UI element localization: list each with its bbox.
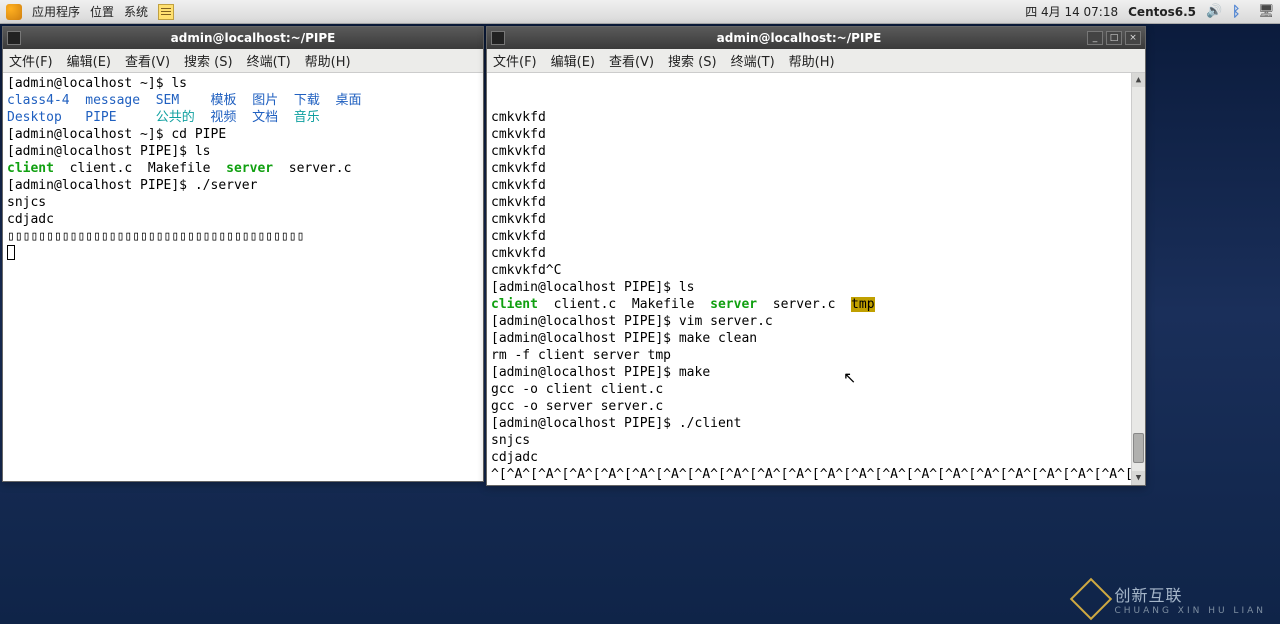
menubar: 文件(F) 编辑(E) 查看(V) 搜索 (S) 终端(T) 帮助(H) xyxy=(3,49,483,73)
terminal-line: cmkvkfd xyxy=(491,245,1141,262)
titlebar[interactable]: admin@localhost:~/PIPE _ □ × xyxy=(487,27,1145,49)
terminal-line: [admin@localhost PIPE]$ vim server.c xyxy=(491,313,1141,330)
hostname-label: Centos6.5 xyxy=(1128,5,1196,19)
watermark-logo-icon xyxy=(1070,578,1112,620)
volume-icon[interactable] xyxy=(1206,4,1222,20)
bluetooth-icon[interactable] xyxy=(1232,4,1248,20)
terminal-line: cmkvkfd^C xyxy=(491,262,1141,279)
menu-places[interactable]: 位置 xyxy=(90,3,114,20)
menu-item[interactable]: 编辑(E) xyxy=(67,51,111,70)
menu-system[interactable]: 系统 xyxy=(124,3,148,20)
scrollbar[interactable]: ▲ ▼ xyxy=(1131,73,1145,485)
terminal-line: [admin@localhost PIPE]$ ./server xyxy=(7,177,479,194)
terminal-line: gcc -o client client.c xyxy=(491,381,1141,398)
terminal-line: [admin@localhost PIPE]$ ls xyxy=(7,143,479,160)
terminal-line: snjcs xyxy=(7,194,479,211)
terminal-line: client client.c Makefile server server.c… xyxy=(491,296,1141,313)
terminal-line: cmkvkfd xyxy=(491,177,1141,194)
terminal-line: ▯▯▯▯▯▯▯▯▯▯▯▯▯▯▯▯▯▯▯▯▯▯▯▯▯▯▯▯▯▯▯▯▯▯▯▯▯▯ xyxy=(7,228,479,245)
clock[interactable]: 四 4月 14 07:18 xyxy=(1025,3,1118,20)
network-icon[interactable] xyxy=(1258,4,1274,20)
menu-item[interactable]: 终端(T) xyxy=(247,51,291,70)
titlebar[interactable]: admin@localhost:~/PIPE xyxy=(3,27,483,49)
gnome-foot-icon xyxy=(6,4,22,20)
terminal-line: [admin@localhost ~]$ ls xyxy=(7,75,479,92)
terminal-line: cmkvkfd xyxy=(491,160,1141,177)
close-button[interactable]: × xyxy=(1125,31,1141,45)
menubar: 文件(F) 编辑(E) 查看(V) 搜索 (S) 终端(T) 帮助(H) xyxy=(487,49,1145,73)
watermark-sub: CHUANG XIN HU LIAN xyxy=(1114,606,1266,616)
terminal-line: [admin@localhost PIPE]$ make clean xyxy=(491,330,1141,347)
terminal-line: ^[^A^[^A^[^A^[^A^[^A^[^A^[^A^[^A^[^A^[^A… xyxy=(491,466,1141,483)
menu-item[interactable]: 搜索 (S) xyxy=(668,51,717,70)
menu-item[interactable]: 文件(F) xyxy=(493,51,537,70)
terminal-line: cmkvkfd xyxy=(491,143,1141,160)
terminal-line: cmkvkfd xyxy=(491,109,1141,126)
terminal-line: [admin@localhost ~]$ cd PIPE xyxy=(7,126,479,143)
terminal-line: cdjadc xyxy=(491,449,1141,466)
terminal-line: [admin@localhost PIPE]$ ls xyxy=(491,279,1141,296)
gnome-panel: 应用程序 位置 系统 四 4月 14 07:18 Centos6.5 xyxy=(0,0,1280,24)
window-title: admin@localhost:~/PIPE xyxy=(27,31,479,45)
terminal-line: client client.c Makefile server server.c xyxy=(7,160,479,177)
terminal-line: [admin@localhost PIPE]$ ./client xyxy=(491,415,1141,432)
terminal-line: cmkvkfd xyxy=(491,194,1141,211)
menu-item[interactable]: 查看(V) xyxy=(609,51,654,70)
scroll-down-icon[interactable]: ▼ xyxy=(1132,471,1145,485)
minimize-button[interactable]: _ xyxy=(1087,31,1103,45)
terminal-line: [admin@localhost PIPE]$ make xyxy=(491,364,1141,381)
menu-item[interactable]: 查看(V) xyxy=(125,51,170,70)
terminal-body[interactable]: [admin@localhost ~]$ lsclass4-4 message … xyxy=(3,73,483,481)
maximize-button[interactable]: □ xyxy=(1106,31,1122,45)
menu-item[interactable]: 帮助(H) xyxy=(789,51,835,70)
terminal-line: cmkvkfd xyxy=(491,126,1141,143)
watermark-main: 创新互联 xyxy=(1114,582,1266,606)
terminal-line: rm -f client server tmp xyxy=(491,347,1141,364)
scroll-up-icon[interactable]: ▲ xyxy=(1132,73,1145,87)
menu-item[interactable]: 终端(T) xyxy=(731,51,775,70)
menu-item[interactable]: 文件(F) xyxy=(9,51,53,70)
menu-applications[interactable]: 应用程序 xyxy=(32,3,80,20)
terminal-cursor xyxy=(7,245,15,260)
terminal-body[interactable]: cmkvkfdcmkvkfdcmkvkfdcmkvkfdcmkvkfdcmkvk… xyxy=(487,73,1145,485)
terminal-line: cmkvkfd xyxy=(491,228,1141,245)
terminal-line: snjcs xyxy=(491,432,1141,449)
terminal-window-left: admin@localhost:~/PIPE 文件(F) 编辑(E) 查看(V) 搜索… xyxy=(2,26,484,482)
watermark: 创新互联 CHUANG XIN HU LIAN xyxy=(1076,582,1266,616)
terminal-icon xyxy=(491,31,505,45)
terminal-window-right: admin@localhost:~/PIPE _ □ × 文件(F) 编辑(E) 查… xyxy=(486,26,1146,486)
scroll-thumb[interactable] xyxy=(1133,433,1144,463)
terminal-line: gcc -o server server.c xyxy=(491,398,1141,415)
terminal-line: Desktop PIPE 公共的 视频 文档 音乐 xyxy=(7,109,479,126)
terminal-icon xyxy=(7,31,21,45)
menu-item[interactable]: 编辑(E) xyxy=(551,51,595,70)
window-title: admin@localhost:~/PIPE xyxy=(511,31,1087,45)
notes-launcher-icon[interactable] xyxy=(158,4,174,20)
menu-item[interactable]: 搜索 (S) xyxy=(184,51,233,70)
terminal-line: cdjadc xyxy=(7,211,479,228)
terminal-line: class4-4 message SEM 模板 图片 下载 桌面 xyxy=(7,92,479,109)
menu-item[interactable]: 帮助(H) xyxy=(305,51,351,70)
terminal-line: cmkvkfd xyxy=(491,211,1141,228)
